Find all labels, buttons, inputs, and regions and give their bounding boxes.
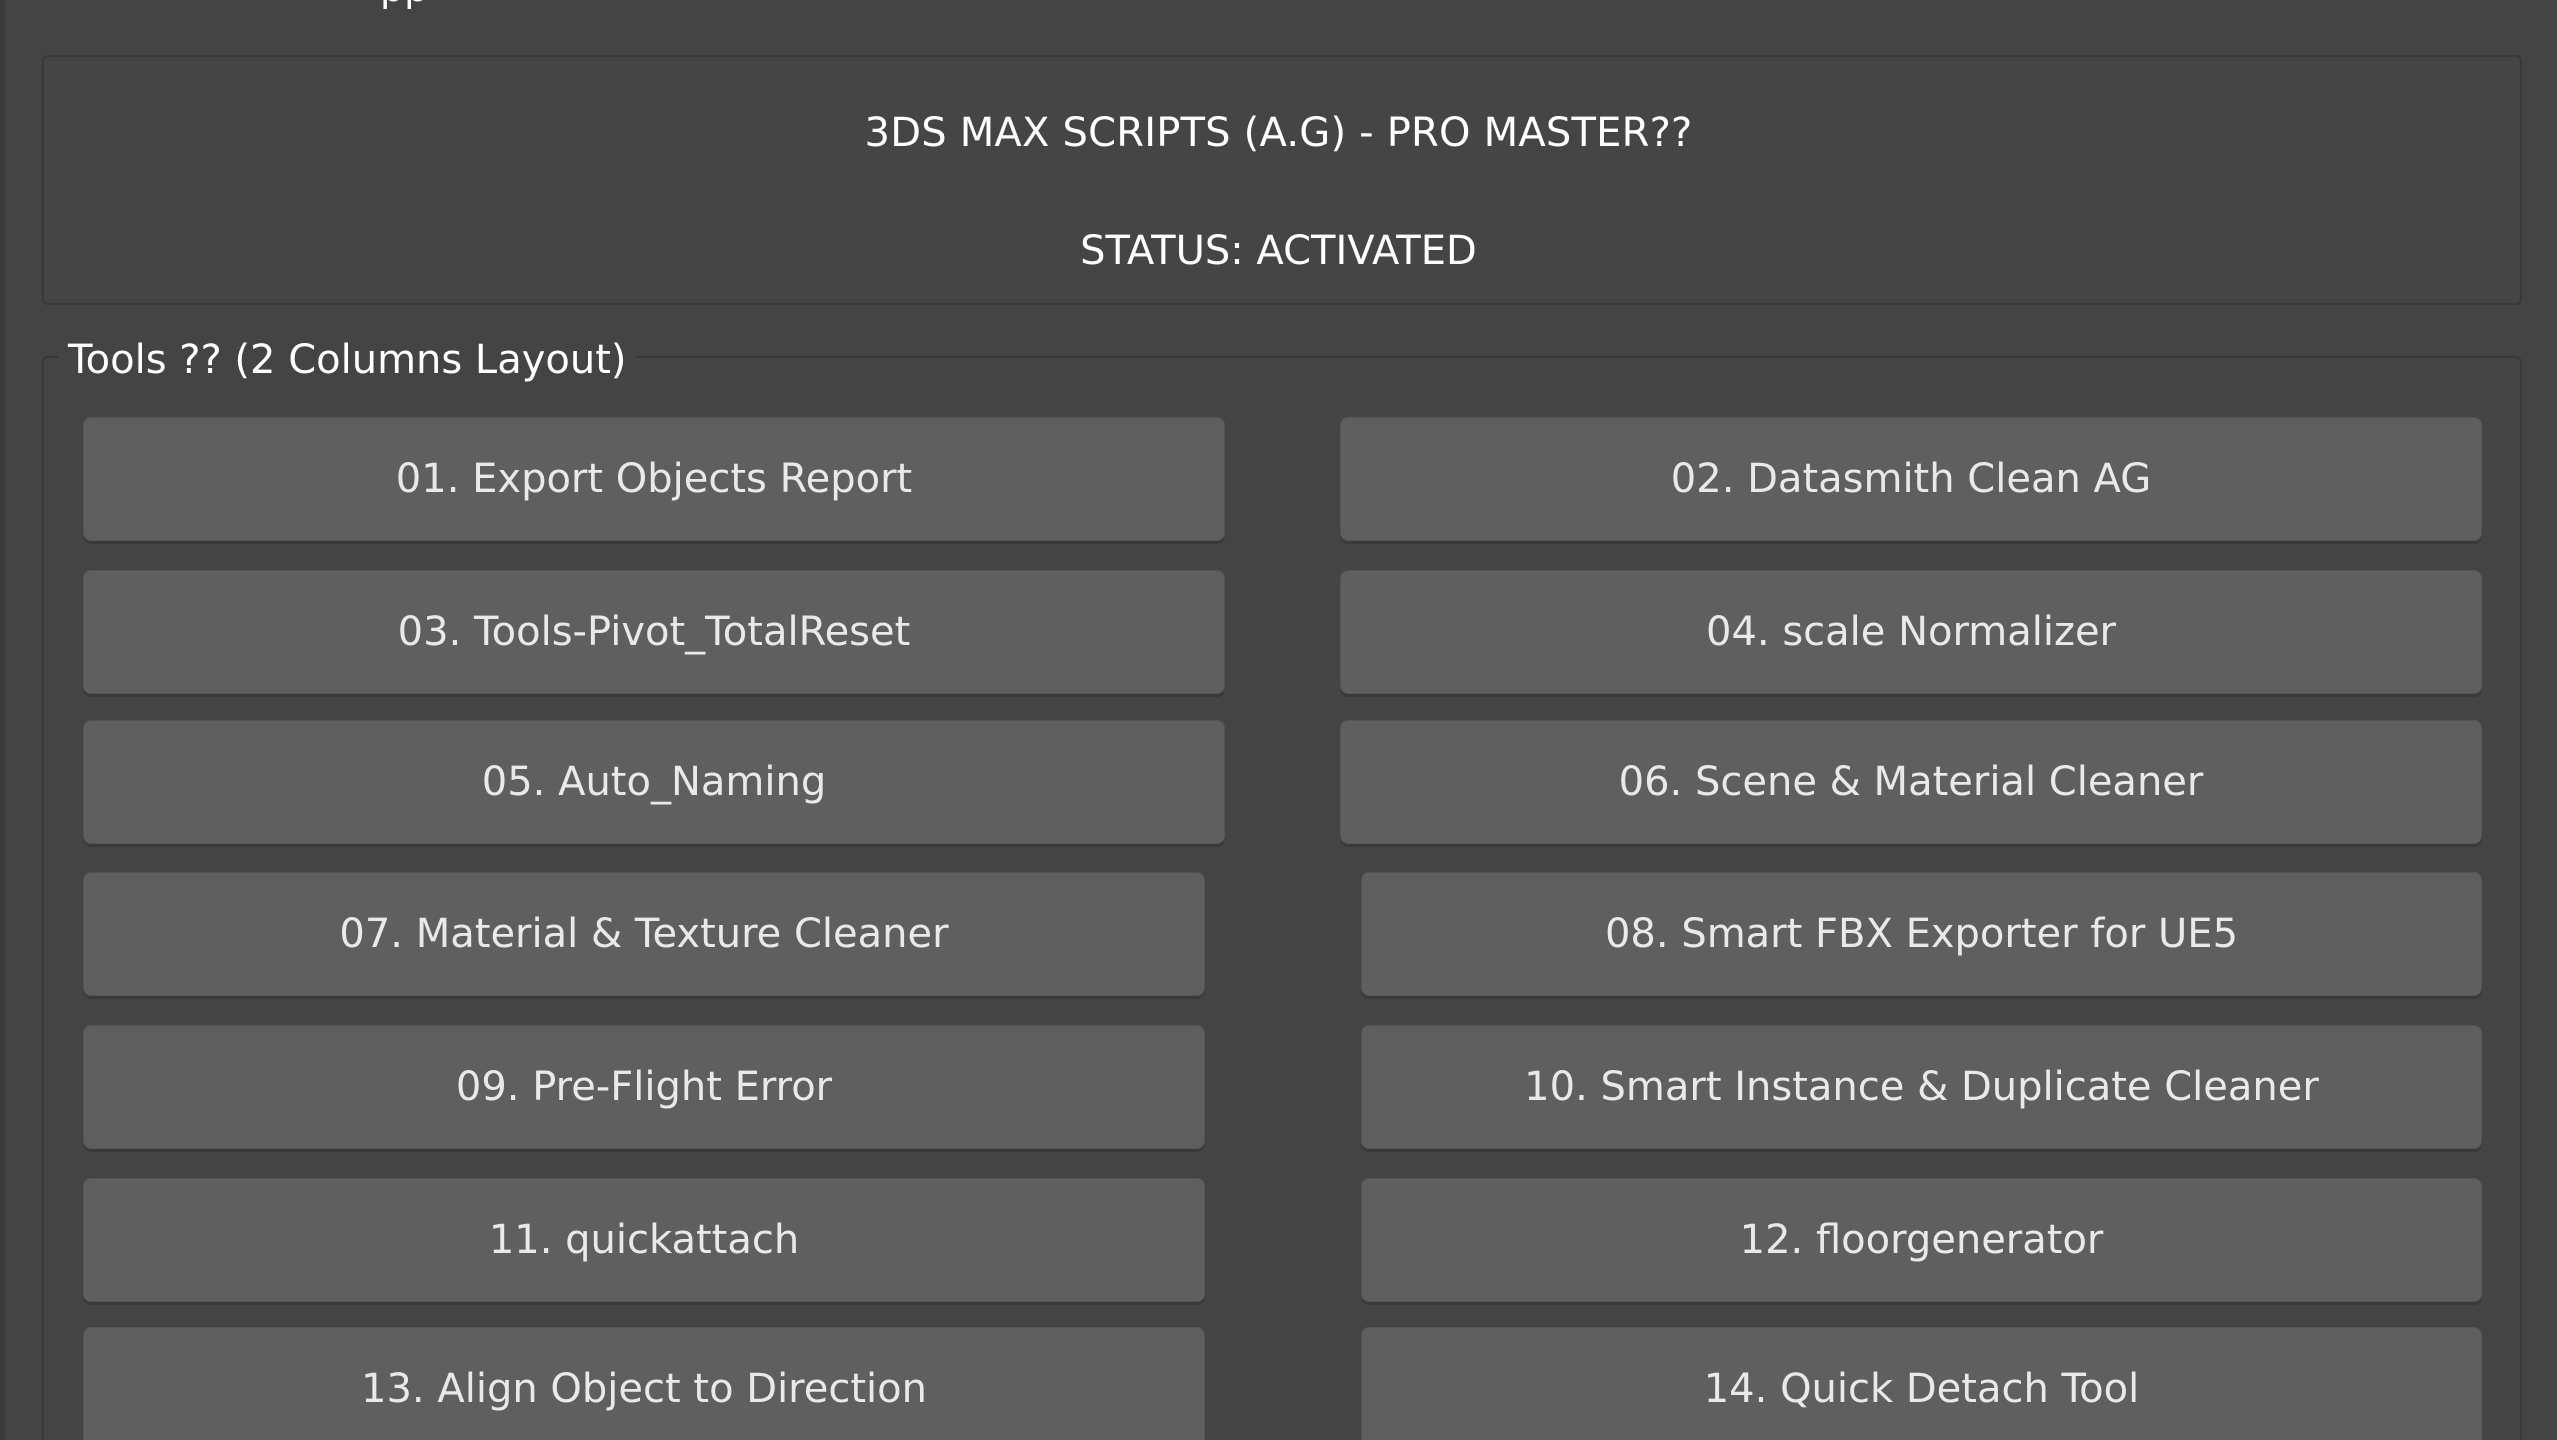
status-label: STATUS: ACTIVATED [1080,228,1477,274]
material-texture-cleaner-button[interactable]: 07. Material & Texture Cleaner [83,872,1205,996]
tools-group-label: Tools ?? (2 Columns Layout) [58,334,637,386]
export-objects-report-button[interactable]: 01. Export Objects Report [83,417,1225,541]
floorgenerator-button[interactable]: 12. floorgenerator [1361,1178,2482,1302]
app-title: 3DS MAX SCRIPTS (A.G) - PRO MASTER?? [864,110,1693,156]
pre-flight-error-button[interactable]: 09. Pre-Flight Error [83,1025,1205,1149]
smart-fbx-exporter-button[interactable]: 08. Smart FBX Exporter for UE5 [1361,872,2482,996]
pivot-total-reset-button[interactable]: 03. Tools-Pivot_TotalReset [83,570,1225,694]
scale-normalizer-button[interactable]: 04. scale Normalizer [1340,570,2482,694]
window-edge [0,0,5,1440]
scene-material-cleaner-button[interactable]: 06. Scene & Material Cleaner [1340,720,2482,844]
window-title-fragment: pp [380,0,428,10]
quick-detach-tool-button[interactable]: 14. Quick Detach Tool [1361,1327,2482,1440]
quickattach-button[interactable]: 11. quickattach [83,1178,1205,1302]
datasmith-clean-button[interactable]: 02. Datasmith Clean AG [1340,417,2482,541]
instance-duplicate-cleaner-button[interactable]: 10. Smart Instance & Duplicate Cleaner [1361,1025,2482,1149]
script-panel: pp 3DS MAX SCRIPTS (A.G) - PRO MASTER?? … [0,0,2557,1440]
align-object-direction-button[interactable]: 13. Align Object to Direction [83,1327,1205,1440]
auto-naming-button[interactable]: 05. Auto_Naming [83,720,1225,844]
